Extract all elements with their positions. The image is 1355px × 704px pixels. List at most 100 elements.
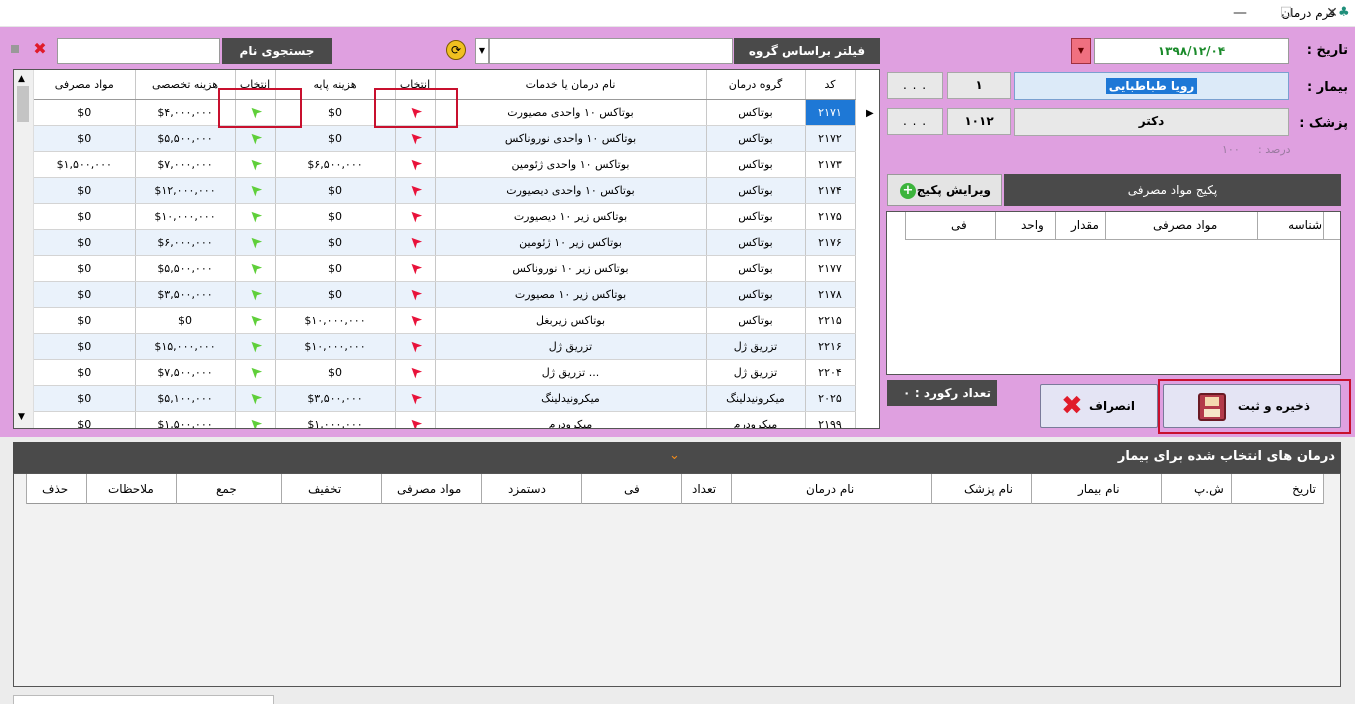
search-input[interactable] — [57, 38, 220, 64]
table-row[interactable]: $0 $۱۵,۰۰۰,۰۰۰ ➤ $۱۰,۰۰۰,۰۰۰ ➤ تزریق ژل تزریق … — [34, 333, 856, 360]
consumables-grid[interactable]: شناسه مواد مصرفی مقدار واحد فی — [886, 211, 1341, 375]
select-special-cell[interactable]: ➤ — [235, 333, 276, 360]
select-base-cell[interactable]: ➤ — [395, 203, 436, 230]
cell-material: $۱,۵۰۰,۰۰۰ — [34, 151, 136, 178]
selected-treatments-grid[interactable]: تاریخ ش.پ نام بیمار نام پزشک نام درمان ت… — [13, 473, 1341, 687]
select-special-cell[interactable]: ➤ — [235, 177, 276, 204]
select-special-cell[interactable]: ➤ — [235, 281, 276, 308]
red-cursor-icon[interactable]: ➤ — [404, 257, 426, 279]
filter-input[interactable] — [489, 38, 733, 64]
green-cursor-icon[interactable]: ➤ — [244, 179, 266, 201]
cell-special-cost: $۱۰,۰۰۰,۰۰۰ — [135, 203, 236, 230]
current-row-marker-icon: ▶ — [866, 108, 874, 119]
select-base-cell[interactable]: ➤ — [395, 359, 436, 386]
select-base-cell[interactable]: ➤ — [395, 151, 436, 178]
red-cursor-icon[interactable]: ➤ — [404, 387, 426, 409]
doctor-id-field[interactable]: ۱۰۱۲ — [947, 108, 1011, 135]
filter-dropdown-arrow[interactable]: ▼ — [475, 38, 489, 64]
select-base-cell[interactable]: ➤ — [395, 255, 436, 282]
record-count-box: ۰ تعداد رکورد : — [887, 380, 997, 406]
table-row[interactable]: $0 $۱,۵۰۰,۰۰۰ ➤ $۱,۰۰۰,۰۰۰ ➤ میکرودرم میکرودرم… — [34, 411, 856, 428]
green-cursor-icon[interactable]: ➤ — [244, 153, 266, 175]
selected-treatments-header: ⌄ درمان های انتخاب شده برای بیمار — [13, 442, 1341, 473]
red-cursor-icon[interactable]: ➤ — [404, 127, 426, 149]
close-window-button[interactable]: ✕ — [1309, 0, 1355, 27]
doctor-browse-button[interactable]: . . . — [887, 108, 943, 135]
red-cursor-icon[interactable]: ➤ — [404, 361, 426, 383]
table-row[interactable]: $0 $۱۰,۰۰۰,۰۰۰ ➤ $0 ➤ بوتاکس زیر ۱۰ دیصیورت بو… — [34, 203, 856, 230]
edit-package-button[interactable]: + ویرایش پکیج — [887, 174, 1002, 206]
select-special-cell[interactable]: ➤ — [235, 255, 276, 282]
green-cursor-icon[interactable]: ➤ — [244, 335, 266, 357]
green-cursor-icon[interactable]: ➤ — [244, 231, 266, 253]
select-base-cell[interactable]: ➤ — [395, 411, 436, 428]
cell-code: ۲۱۹۹ — [805, 411, 856, 428]
bottom-tab[interactable] — [13, 695, 274, 704]
select-special-cell[interactable]: ➤ — [235, 385, 276, 412]
table-row[interactable]: $0 $0 ➤ $۱۰,۰۰۰,۰۰۰ ➤ بوتاکس زیربغل بوتاکس ۲۲۱۵ — [34, 307, 856, 334]
grid-scrollbar[interactable]: ▲ ▼ — [14, 70, 34, 428]
green-cursor-icon[interactable]: ➤ — [244, 361, 266, 383]
select-special-cell[interactable]: ➤ — [235, 125, 276, 152]
green-cursor-icon[interactable]: ➤ — [244, 413, 266, 428]
select-special-cell[interactable]: ➤ — [235, 151, 276, 178]
patient-id-field[interactable]: ۱ — [947, 72, 1011, 99]
green-cursor-icon[interactable]: ➤ — [244, 257, 266, 279]
green-cursor-icon[interactable]: ➤ — [244, 309, 266, 331]
maximize-button[interactable]: ☐ — [1263, 0, 1309, 27]
table-row[interactable]: $0 $۳,۵۰۰,۰۰۰ ➤ $0 ➤ بوتاکس زیر ۱۰ مصیورت بوتا… — [34, 281, 856, 308]
cell-material: $0 — [34, 281, 136, 308]
red-cursor-icon[interactable]: ➤ — [404, 153, 426, 175]
table-row[interactable]: $0 $۱۲,۰۰۰,۰۰۰ ➤ $0 ➤ بوتاکس ۱۰ واحدی دیصیورت… — [34, 177, 856, 204]
clear-search-icon[interactable]: ✖ — [31, 40, 49, 58]
red-cursor-icon[interactable]: ➤ — [404, 335, 426, 357]
cell-base-cost: $0 — [275, 255, 396, 282]
table-row[interactable]: $0 $۵,۵۰۰,۰۰۰ ➤ $0 ➤ بوتاکس زیر ۱۰ نوروناکس بو… — [34, 255, 856, 282]
select-special-cell[interactable]: ➤ — [235, 307, 276, 334]
table-row[interactable]: $0 $۵,۵۰۰,۰۰۰ ➤ $0 ➤ بوتاکس ۱۰ واحدی نوروناکس… — [34, 125, 856, 152]
select-base-cell[interactable]: ➤ — [395, 229, 436, 256]
select-base-cell[interactable]: ➤ — [395, 307, 436, 334]
red-cursor-icon[interactable]: ➤ — [404, 179, 426, 201]
select-base-cell[interactable]: ➤ — [395, 177, 436, 204]
cell-material: $0 — [34, 307, 136, 334]
table-row[interactable]: $0 $۶,۰۰۰,۰۰۰ ➤ $0 ➤ بوتاکس زیر ۱۰ ژئومین بوتا… — [34, 229, 856, 256]
red-cursor-icon[interactable]: ➤ — [404, 413, 426, 428]
table-row[interactable]: $0 $۵,۱۰۰,۰۰۰ ➤ $۳,۵۰۰,۰۰۰ ➤ میکرونیدلینگ میکر… — [34, 385, 856, 412]
select-special-cell[interactable]: ➤ — [235, 359, 276, 386]
green-cursor-icon[interactable]: ➤ — [244, 127, 266, 149]
select-base-cell[interactable]: ➤ — [395, 281, 436, 308]
minimize-button[interactable]: — — [1217, 0, 1263, 27]
select-special-cell[interactable]: ➤ — [235, 411, 276, 428]
green-cursor-icon[interactable]: ➤ — [244, 205, 266, 227]
highlight-box-special — [218, 88, 302, 128]
collapse-chevron-icon[interactable]: ⌄ — [669, 448, 680, 463]
cell-code: ۲۱۷۴ — [805, 177, 856, 204]
cell-code: ۲۱۷۱ — [805, 99, 856, 126]
select-base-cell[interactable]: ➤ — [395, 333, 436, 360]
patient-browse-button[interactable]: . . . — [887, 72, 943, 99]
red-cursor-icon[interactable]: ➤ — [404, 283, 426, 305]
select-special-cell[interactable]: ➤ — [235, 203, 276, 230]
date-field[interactable]: ۱۳۹۸/۱۲/۰۴ — [1094, 38, 1289, 64]
select-special-cell[interactable]: ➤ — [235, 229, 276, 256]
cell-group: میکرودرم — [706, 411, 806, 428]
doctor-name-field[interactable]: دکتر — [1014, 108, 1289, 136]
select-base-cell[interactable]: ➤ — [395, 125, 436, 152]
table-row[interactable]: $0 $۷,۵۰۰,۰۰۰ ➤ $0 ➤ تزریق ژل ... تزریق ژل ۲۲۰۴ — [34, 359, 856, 386]
cell-service-name: بوتاکس ۱۰ واحدی مصیورت — [435, 99, 707, 126]
table-row[interactable]: $۱,۵۰۰,۰۰۰ $۷,۰۰۰,۰۰۰ ➤ $۶,۵۰۰,۰۰۰ ➤ بوتاکس ۱… — [34, 151, 856, 178]
green-cursor-icon[interactable]: ➤ — [244, 283, 266, 305]
date-dropdown-button[interactable]: ▼ — [1071, 38, 1091, 64]
refresh-icon[interactable]: ⟳ — [446, 40, 466, 60]
green-cursor-icon[interactable]: ➤ — [244, 387, 266, 409]
sel-col-file-no: ش.پ — [1194, 482, 1224, 496]
patient-name-field[interactable]: رویا طباطبایی — [1014, 72, 1289, 100]
red-cursor-icon[interactable]: ➤ — [404, 231, 426, 253]
percent-value: ۱۰۰ — [1222, 143, 1240, 156]
red-cursor-icon[interactable]: ➤ — [404, 205, 426, 227]
cancel-button[interactable]: ✖ انصراف — [1040, 384, 1158, 428]
scroll-thumb[interactable] — [17, 86, 29, 122]
red-cursor-icon[interactable]: ➤ — [404, 309, 426, 331]
select-base-cell[interactable]: ➤ — [395, 385, 436, 412]
